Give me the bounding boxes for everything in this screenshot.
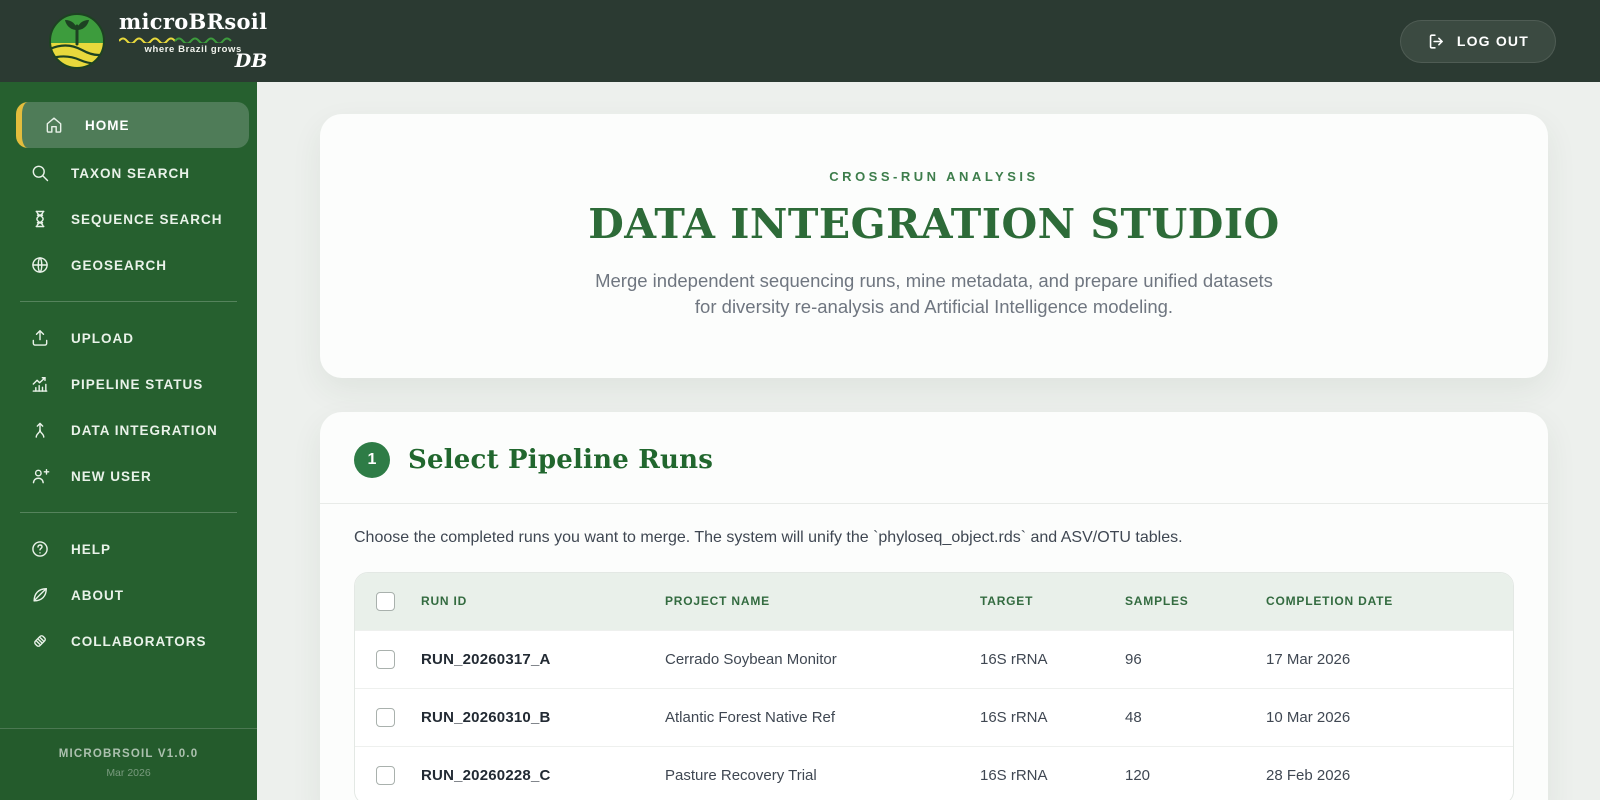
column-header-completion-date: COMPLETION DATE: [1250, 572, 1513, 631]
column-header-samples: SAMPLES: [1109, 572, 1250, 631]
target-cell: 16S rRNA: [964, 629, 1109, 689]
brand-name: microBRsoil: [119, 9, 268, 35]
app-build-date: Mar 2026: [106, 767, 151, 779]
row-checkbox[interactable]: [376, 765, 395, 785]
sidebar-item-label: PIPELINE STATUS: [71, 376, 204, 392]
sidebar-divider: [20, 301, 237, 302]
select-runs-header: 1 Select Pipeline Runs: [320, 412, 1548, 503]
logout-icon: [1429, 33, 1443, 49]
run-id-cell: RUN_20260310_B: [405, 687, 649, 747]
hero-subtitle-line1: Merge independent sequencing runs, mine …: [595, 270, 1273, 291]
merge-icon: [35, 422, 45, 438]
sidebar-item-about[interactable]: ABOUT: [0, 572, 257, 618]
sidebar-item-label: UPLOAD: [71, 330, 134, 346]
hero-subtitle: Merge independent sequencing runs, mine …: [380, 268, 1488, 320]
table-row: RUN_20260310_B Atlantic Forest Native Re…: [355, 687, 1513, 747]
search-icon: [32, 165, 49, 182]
brand-db-label: DB: [234, 49, 268, 72]
step-number-badge: 1: [354, 441, 390, 478]
hero-card: CROSS-RUN ANALYSIS DATA INTEGRATION STUD…: [320, 114, 1548, 378]
section-description: Choose the completed runs you want to me…: [354, 528, 1183, 546]
sidebar-item-help[interactable]: HELP: [0, 526, 257, 572]
sidebar-item-label: DATA INTEGRATION: [71, 422, 218, 438]
handshake-icon: [34, 635, 46, 647]
sidebar-item-sequence-search[interactable]: SEQUENCE SEARCH: [0, 196, 257, 242]
sidebar-divider: [20, 512, 237, 513]
sidebar-item-label: COLLABORATORS: [71, 633, 207, 649]
sidebar-footer: MICROBRSOIL V1.0.0 Mar 2026: [0, 728, 257, 800]
user-plus-icon: [32, 468, 50, 484]
brand-text: microBRsoil where Brazil grows DB: [119, 11, 267, 70]
leaf-icon: [33, 588, 47, 602]
chart-icon: [32, 377, 48, 392]
sidebar: HOME TAXON SEARCH SEQUENCE SEARCH GEOSEA…: [0, 82, 257, 800]
logo-wave-icon: [119, 37, 232, 43]
project-cell: Pasture Recovery Trial: [649, 745, 964, 800]
brand-logo: microBRsoil where Brazil grows DB: [48, 11, 267, 70]
sidebar-item-taxon-search[interactable]: TAXON SEARCH: [0, 150, 257, 196]
column-header-run-id: RUN ID: [405, 572, 649, 631]
sidebar-item-new-user[interactable]: NEW USER: [0, 453, 257, 499]
run-id-cell: RUN_20260317_A: [405, 629, 649, 689]
section-title: Select Pipeline Runs: [408, 444, 714, 475]
dna-icon: [35, 210, 45, 228]
sidebar-item-label: NEW USER: [71, 468, 152, 484]
app-version: MICROBRSOIL V1.0.0: [58, 748, 199, 760]
select-all-checkbox[interactable]: [376, 591, 395, 611]
run-id-cell: RUN_20260228_C: [405, 745, 649, 800]
sidebar-item-geosearch[interactable]: GEOSEARCH: [0, 242, 257, 288]
samples-cell: 96: [1109, 629, 1250, 689]
app-window: microBRsoil where Brazil grows DB LOG OU…: [0, 0, 1600, 800]
date-cell: 10 Mar 2026: [1250, 687, 1513, 747]
sidebar-item-label: HOME: [85, 117, 130, 133]
globe-icon: [32, 257, 48, 273]
samples-cell: 120: [1109, 745, 1250, 800]
column-header-target: TARGET: [964, 572, 1109, 631]
upload-icon: [32, 330, 48, 346]
select-runs-card: 1 Select Pipeline Runs Choose the comple…: [320, 411, 1548, 800]
table-row: RUN_20260317_A Cerrado Soybean Monitor 1…: [355, 629, 1513, 689]
date-cell: 17 Mar 2026: [1250, 629, 1513, 689]
sidebar-item-label: GEOSEARCH: [71, 257, 168, 273]
row-checkbox[interactable]: [376, 649, 395, 669]
sidebar-item-label: SEQUENCE SEARCH: [71, 211, 223, 227]
project-cell: Cerrado Soybean Monitor: [649, 629, 964, 689]
target-cell: 16S rRNA: [964, 687, 1109, 747]
project-cell: Atlantic Forest Native Ref: [649, 687, 964, 747]
topbar: microBRsoil where Brazil grows DB LOG OU…: [0, 0, 1600, 82]
samples-cell: 48: [1109, 687, 1250, 747]
logout-label: LOG OUT: [1456, 33, 1529, 49]
help-icon: [32, 541, 48, 557]
date-cell: 28 Feb 2026: [1250, 745, 1513, 800]
sidebar-item-upload[interactable]: UPLOAD: [0, 315, 257, 361]
page-title: DATA INTEGRATION STUDIO: [588, 200, 1280, 248]
logo-icon: [49, 12, 105, 69]
sidebar-item-data-integration[interactable]: DATA INTEGRATION: [0, 407, 257, 453]
main-content: CROSS-RUN ANALYSIS DATA INTEGRATION STUD…: [257, 82, 1600, 800]
sidebar-item-pipeline-status[interactable]: PIPELINE STATUS: [0, 361, 257, 407]
column-header-project-name: PROJECT NAME: [649, 572, 964, 631]
hero-subtitle-line2: for diversity re-analysis and Artificial…: [694, 295, 1174, 317]
sidebar-item-label: HELP: [71, 541, 112, 557]
table-row: RUN_20260228_C Pasture Recovery Trial 16…: [355, 745, 1513, 800]
table-header-row: RUN ID PROJECT NAME TARGET SAMPLES COMPL…: [355, 572, 1513, 631]
home-icon: [46, 117, 62, 133]
pipeline-runs-table: RUN ID PROJECT NAME TARGET SAMPLES COMPL…: [354, 571, 1514, 800]
target-cell: 16S rRNA: [964, 745, 1109, 800]
sidebar-item-collaborators[interactable]: COLLABORATORS: [0, 618, 257, 664]
logout-button[interactable]: LOG OUT: [1399, 19, 1556, 63]
sidebar-item-label: ABOUT: [71, 587, 124, 603]
sidebar-item-label: TAXON SEARCH: [71, 165, 191, 181]
hero-eyebrow: CROSS-RUN ANALYSIS: [829, 169, 1039, 184]
row-checkbox[interactable]: [376, 707, 395, 727]
sidebar-item-home[interactable]: HOME: [16, 102, 249, 148]
